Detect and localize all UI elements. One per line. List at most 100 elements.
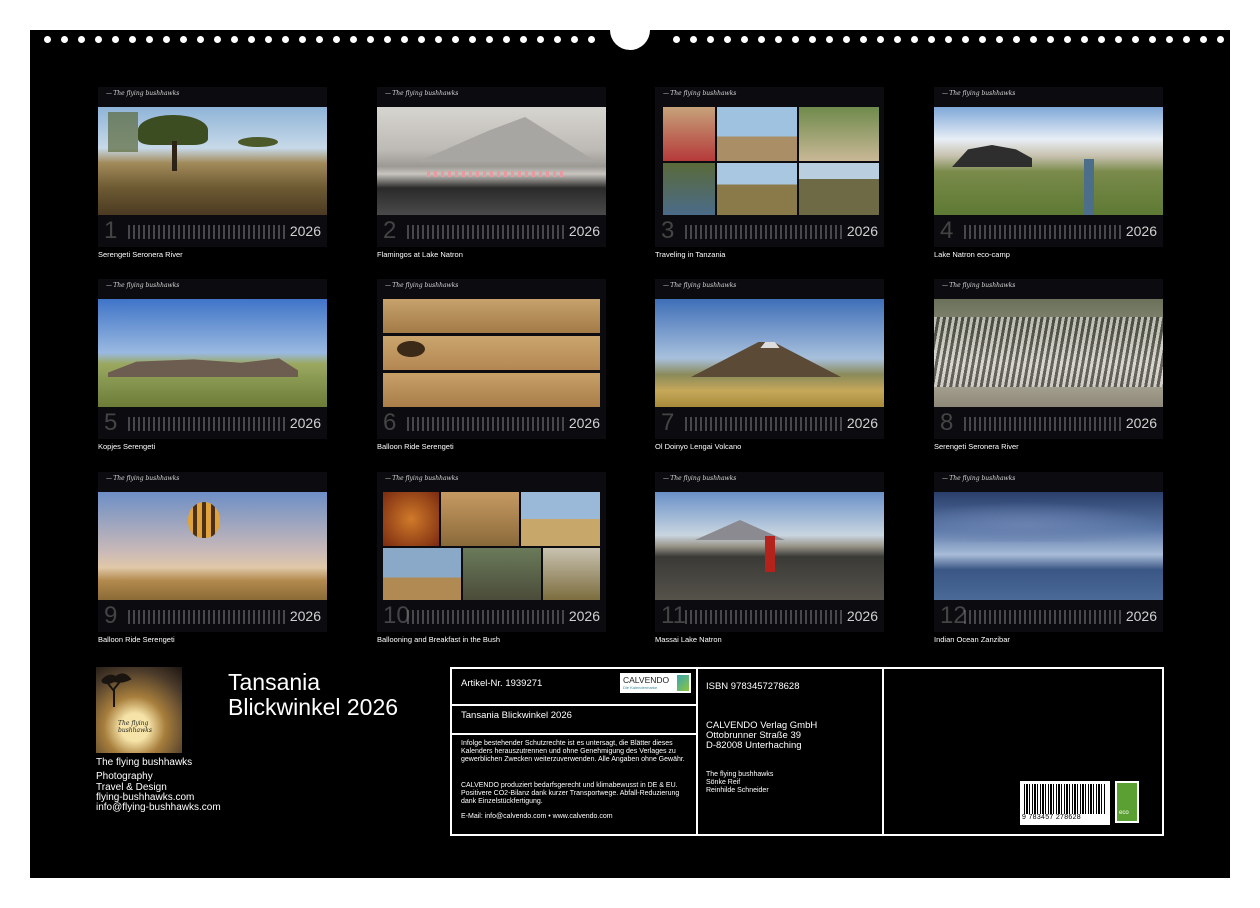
brand-label: The flying bushhawks (663, 282, 736, 289)
binding-hole (146, 36, 153, 43)
binding-hole (1047, 36, 1054, 43)
brand-label: The flying bushhawks (942, 90, 1015, 97)
calvendo-mark-icon (677, 675, 689, 691)
author-email: info@flying-bushhawks.com (96, 802, 221, 813)
month-number: 9 (104, 602, 118, 629)
binding-hole (231, 36, 238, 43)
binding-hole (571, 36, 578, 43)
month-card-8: The flying bushhawks 8 2026 Serengeti Ser… (934, 279, 1163, 451)
binding-hole (299, 36, 306, 43)
calvendo-logo: CALVENDO Die Kalendermarke (620, 673, 691, 693)
day-strip (128, 610, 286, 624)
brand-label: The flying bushhawks (385, 90, 458, 97)
binding-hole (1217, 36, 1224, 43)
year-label: 2026 (846, 223, 878, 239)
day-strip (128, 225, 286, 239)
binding-hole (1115, 36, 1122, 43)
binding-hole (282, 36, 289, 43)
binding-hole (1030, 36, 1037, 43)
month-photo (934, 492, 1163, 600)
binding-hole (775, 36, 782, 43)
month-number: 8 (940, 409, 954, 436)
binding-hole (129, 36, 136, 43)
month-photo (655, 492, 884, 600)
year-label: 2026 (568, 415, 600, 431)
binding-hole (452, 36, 459, 43)
month-card-6: The flying bushhawks 6 2026 Balloon Ride … (377, 279, 606, 451)
tree-silhouette-icon (101, 673, 132, 707)
day-strip (407, 610, 565, 624)
brand-label: The flying bushhawks (106, 90, 179, 97)
day-strip (407, 417, 565, 431)
month-caption: Serengeti Seronera River (98, 250, 183, 259)
month-photo (377, 299, 606, 407)
binding-hole (996, 36, 1003, 43)
month-number: 3 (661, 217, 675, 244)
day-strip (964, 417, 1122, 431)
binding-hole (877, 36, 884, 43)
author-line1: Photography (96, 771, 153, 782)
month-card-9: The flying bushhawks 9 2026 Balloon Ride … (98, 472, 327, 644)
binding-hole (61, 36, 68, 43)
binding-hole (248, 36, 255, 43)
article-number: Artikel-Nr. 1939271 (461, 678, 543, 689)
brand-label: The flying bushhawks (385, 282, 458, 289)
binding-hole (673, 36, 680, 43)
month-caption: Flamingos at Lake Natron (377, 250, 463, 259)
day-strip (685, 225, 843, 239)
binding-hole (333, 36, 340, 43)
month-number: 1 (104, 217, 118, 244)
binding-hole (1064, 36, 1071, 43)
binding-hole (469, 36, 476, 43)
year-label: 2026 (568, 608, 600, 624)
day-strip (685, 610, 843, 624)
binding-hole (911, 36, 918, 43)
binding-hole (809, 36, 816, 43)
month-photo (98, 299, 327, 407)
binding-hole (554, 36, 561, 43)
binding-hole (1149, 36, 1156, 43)
calendar-title: Tansania Blickwinkel 2026 (228, 670, 398, 720)
year-label: 2026 (289, 223, 321, 239)
binding-hole (843, 36, 850, 43)
brand-label: The flying bushhawks (663, 90, 736, 97)
day-strip (964, 610, 1122, 624)
binding-hole (486, 36, 493, 43)
month-number: 12 (940, 602, 967, 629)
binding-hole (1166, 36, 1173, 43)
binding-hole (503, 36, 510, 43)
month-photo (934, 299, 1163, 407)
month-card-12: The flying bushhawks 12 2026 Indian Ocean… (934, 472, 1163, 644)
year-label: 2026 (568, 223, 600, 239)
brand-label: The flying bushhawks (385, 475, 458, 482)
binding-hole (724, 36, 731, 43)
month-caption: Traveling in Tanzania (655, 250, 726, 259)
binding-hole (520, 36, 527, 43)
day-strip (685, 417, 843, 431)
month-card-1: The flying bushhawks 1 2026 Serengeti Ser… (98, 87, 327, 259)
year-label: 2026 (289, 415, 321, 431)
month-photo (98, 492, 327, 600)
binding-hole (860, 36, 867, 43)
day-strip (128, 417, 286, 431)
month-caption: Balloon Ride Serengeti (377, 442, 454, 451)
barcode-digits: 9 783457 278628 (1022, 814, 1081, 821)
month-card-2: The flying bushhawks 2 2026 Flamingos at … (377, 87, 606, 259)
legal-text: Infolge bestehender Schutzrechte ist es … (461, 740, 685, 763)
title-line-2: Blickwinkel 2026 (228, 694, 399, 720)
binding-hole (537, 36, 544, 43)
contact-text: E-Mail: info@calvendo.com • www.calvendo… (461, 813, 613, 820)
calvendo-logo-sub: Die Kalendermarke (623, 685, 658, 690)
month-caption: Ol Doinyo Lengai Volcano (655, 442, 742, 451)
binding-hole (741, 36, 748, 43)
credits-3: Reinhilde Schneider (706, 787, 769, 794)
brand-label: The flying bushhawks (106, 475, 179, 482)
month-caption: Ballooning and Breakfast in the Bush (377, 635, 500, 644)
binding-hole (1132, 36, 1139, 43)
month-number: 5 (104, 409, 118, 436)
title-line-1: Tansania (228, 669, 321, 695)
year-label: 2026 (1125, 223, 1157, 239)
month-photo (934, 107, 1163, 215)
binding-hole (384, 36, 391, 43)
month-card-10: The flying bushhawks 10 2026 Ballooning a… (377, 472, 606, 644)
